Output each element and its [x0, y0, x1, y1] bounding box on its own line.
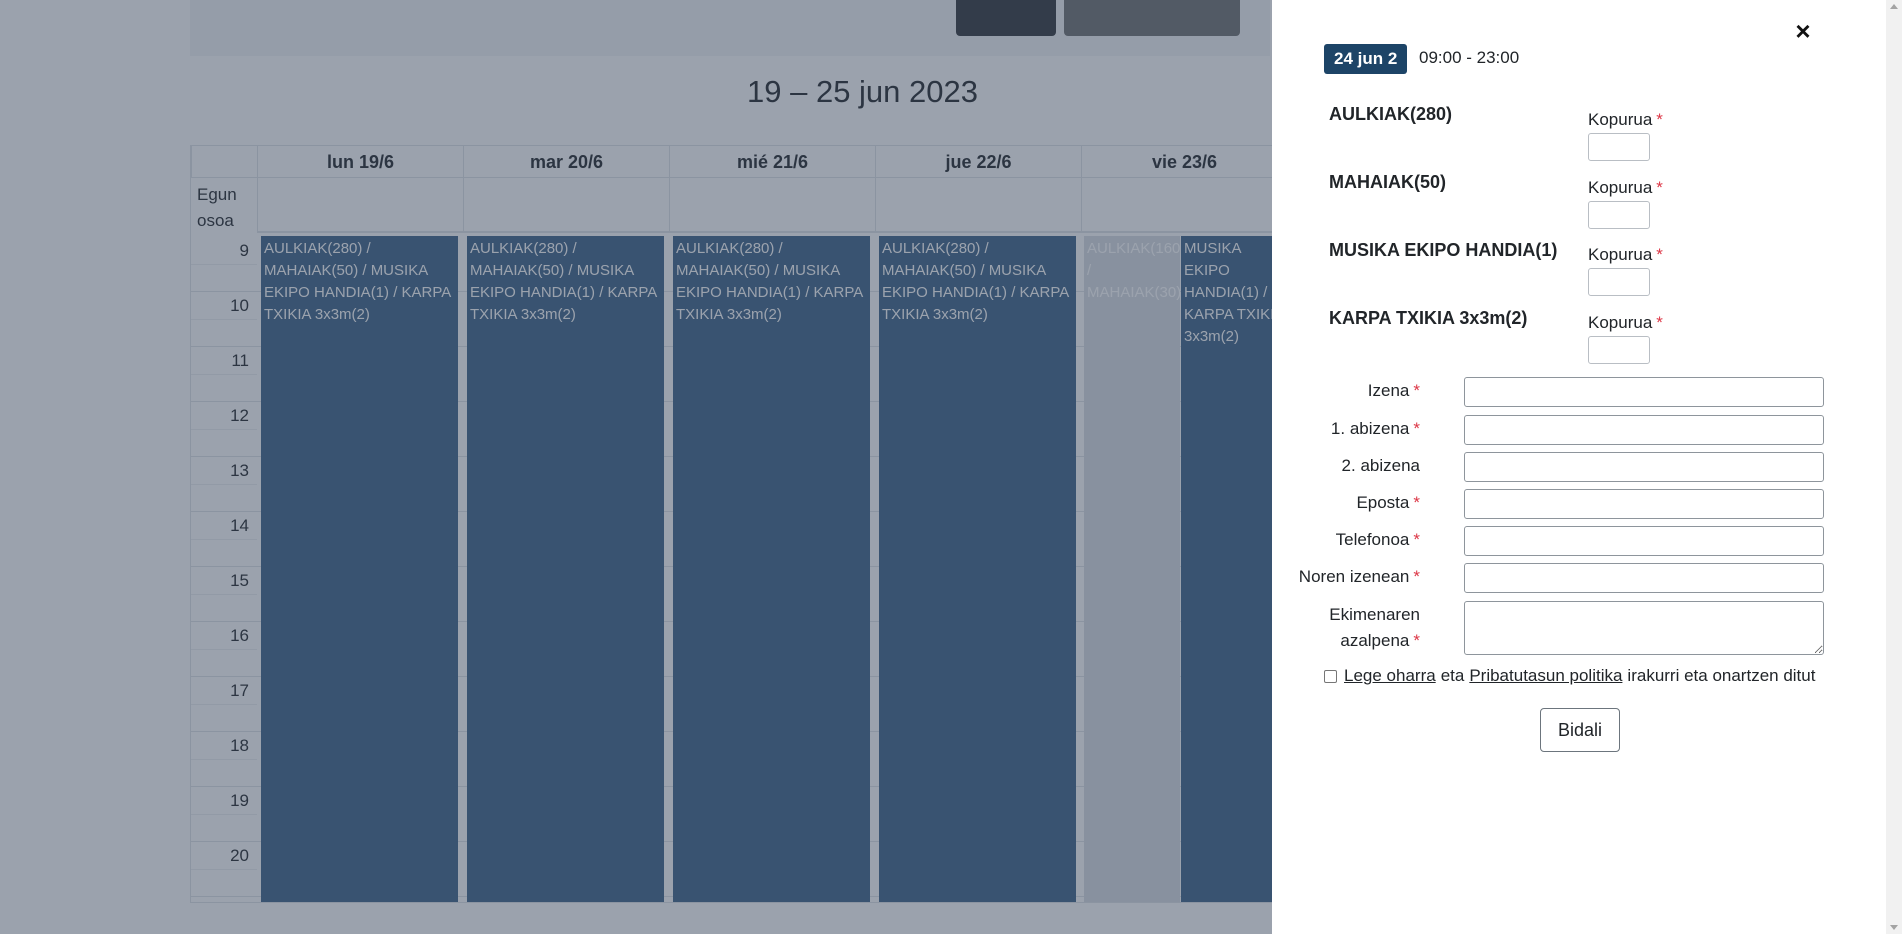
abizena2-input[interactable] [1464, 452, 1824, 482]
field-label-abizena2: 2. abizena [1341, 456, 1420, 475]
field-label-noren-izenean: Noren izenean * [1298, 567, 1420, 586]
quantity-input-aulkiak[interactable] [1588, 133, 1650, 161]
opening-hours: 09:00 - 23:00 [1419, 48, 1520, 67]
item-name-mahaiak: MAHAIAK(50) [1329, 172, 1446, 192]
consent-checkbox[interactable] [1324, 669, 1337, 683]
modal-backdrop[interactable] [0, 0, 1272, 934]
required-marker: * [1413, 419, 1420, 438]
quantity-label: Kopurua * [1588, 245, 1663, 264]
field-label-eposta: Eposta * [1356, 493, 1420, 512]
submit-button[interactable]: Bidali [1540, 708, 1620, 752]
required-marker: * [1413, 631, 1420, 650]
required-marker: * [1413, 493, 1420, 512]
required-marker: * [1656, 178, 1663, 197]
booking-panel: × 24 jun 2 09:00 - 23:00 AULKIAK(280) Ko… [1272, 0, 1886, 934]
required-marker: * [1413, 381, 1420, 400]
required-marker: * [1656, 110, 1663, 129]
quantity-label: Kopurua * [1588, 178, 1663, 197]
field-label-telefonoa: Telefonoa * [1335, 530, 1420, 549]
item-name-aulkiak: AULKIAK(280) [1329, 104, 1453, 124]
quantity-input-karpa-txikia[interactable] [1588, 336, 1650, 364]
required-marker: * [1413, 567, 1420, 586]
required-marker: * [1413, 530, 1420, 549]
consent-row: Lege oharra eta Pribatutasun politika ir… [1324, 666, 1815, 686]
telefonoa-input[interactable] [1464, 526, 1824, 556]
eposta-input[interactable] [1464, 489, 1824, 519]
required-marker: * [1656, 245, 1663, 264]
required-marker: * [1656, 313, 1663, 332]
field-label-azalpena: Ekimenaren azalpena * [1329, 605, 1420, 650]
quantity-input-musika-ekipo[interactable] [1588, 268, 1650, 296]
consent-and-text: eta [1440, 666, 1465, 685]
quantity-label: Kopurua * [1588, 313, 1663, 332]
privacy-policy-link[interactable]: Pribatutasun politika [1469, 666, 1622, 686]
item-name-musika-ekipo: MUSIKA EKIPO HANDIA(1) [1329, 240, 1558, 260]
date-badge: 24 jun 2 [1324, 44, 1408, 74]
abizena1-input[interactable] [1464, 415, 1824, 445]
scroll-down-arrow-icon[interactable] [1890, 925, 1898, 930]
quantity-input-mahaiak[interactable] [1588, 201, 1650, 229]
azalpena-textarea[interactable] [1464, 601, 1824, 655]
legal-notice-link[interactable]: Lege oharra [1344, 666, 1436, 686]
noren-izenean-input[interactable] [1464, 563, 1824, 593]
quantity-label: Kopurua * [1588, 110, 1663, 129]
field-label-izena: Izena * [1367, 381, 1420, 400]
izena-input[interactable] [1464, 377, 1824, 407]
field-label-abizena1: 1. abizena * [1330, 419, 1420, 438]
close-icon[interactable]: × [1790, 16, 1816, 46]
scroll-up-arrow-icon[interactable] [1890, 4, 1898, 9]
consent-tail-text: irakurri eta onartzen ditut [1627, 666, 1816, 685]
page-scrollbar[interactable] [1886, 0, 1902, 934]
item-name-karpa-txikia: KARPA TXIKIA 3x3m(2) [1329, 308, 1528, 328]
